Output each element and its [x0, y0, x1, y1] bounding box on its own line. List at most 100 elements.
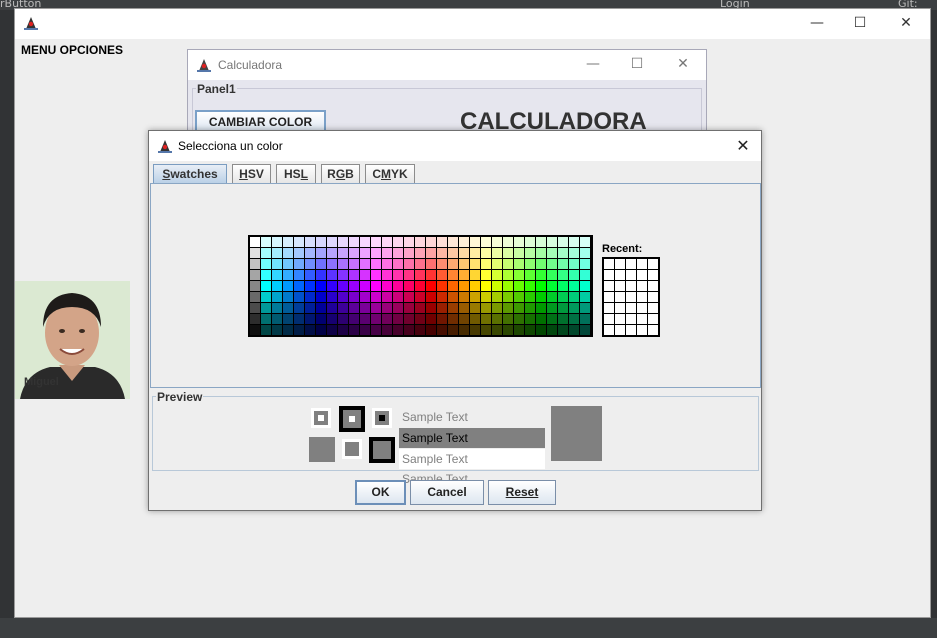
color-swatch[interactable]: [283, 314, 293, 324]
color-swatch[interactable]: [349, 314, 359, 324]
color-swatch[interactable]: [338, 292, 348, 302]
color-swatch[interactable]: [448, 325, 458, 335]
calc-maximize-button[interactable]: ☐: [614, 50, 660, 80]
color-swatch[interactable]: [404, 237, 414, 247]
color-swatch[interactable]: [569, 270, 579, 280]
ok-button[interactable]: OK: [355, 480, 406, 505]
color-swatch[interactable]: [338, 259, 348, 269]
color-swatch[interactable]: [470, 248, 480, 258]
color-swatch[interactable]: [558, 259, 568, 269]
recent-swatch[interactable]: [604, 270, 614, 280]
color-swatch[interactable]: [393, 237, 403, 247]
color-swatch[interactable]: [349, 292, 359, 302]
color-swatch[interactable]: [426, 325, 436, 335]
color-swatch[interactable]: [338, 314, 348, 324]
color-swatch[interactable]: [349, 270, 359, 280]
color-swatch[interactable]: [327, 259, 337, 269]
color-swatch[interactable]: [272, 281, 282, 291]
color-swatch[interactable]: [470, 325, 480, 335]
color-swatch[interactable]: [426, 281, 436, 291]
recent-swatch[interactable]: [648, 281, 658, 291]
color-swatch[interactable]: [294, 292, 304, 302]
recent-swatch[interactable]: [637, 292, 647, 302]
recent-swatch[interactable]: [637, 303, 647, 313]
color-swatch[interactable]: [569, 281, 579, 291]
color-swatch[interactable]: [536, 314, 546, 324]
color-swatch[interactable]: [272, 325, 282, 335]
color-swatch[interactable]: [525, 248, 535, 258]
recent-swatch[interactable]: [637, 314, 647, 324]
color-swatch[interactable]: [547, 237, 557, 247]
color-swatch[interactable]: [349, 325, 359, 335]
color-swatch[interactable]: [492, 248, 502, 258]
color-swatch[interactable]: [558, 270, 568, 280]
color-swatch[interactable]: [327, 270, 337, 280]
color-swatch[interactable]: [481, 237, 491, 247]
color-swatch[interactable]: [349, 281, 359, 291]
tab-swatches[interactable]: Swatches: [153, 164, 227, 184]
color-swatch[interactable]: [580, 237, 590, 247]
color-swatch[interactable]: [294, 281, 304, 291]
color-swatch[interactable]: [558, 281, 568, 291]
color-swatch[interactable]: [437, 292, 447, 302]
recent-swatch[interactable]: [648, 303, 658, 313]
color-swatch[interactable]: [481, 292, 491, 302]
color-swatch[interactable]: [272, 270, 282, 280]
recent-swatch[interactable]: [615, 270, 625, 280]
cancel-button[interactable]: Cancel: [410, 480, 484, 505]
color-swatch[interactable]: [404, 325, 414, 335]
color-swatch[interactable]: [492, 292, 502, 302]
color-swatch[interactable]: [404, 292, 414, 302]
color-swatch[interactable]: [261, 281, 271, 291]
color-swatch[interactable]: [393, 292, 403, 302]
color-swatch[interactable]: [558, 292, 568, 302]
color-swatch[interactable]: [525, 281, 535, 291]
color-swatch[interactable]: [492, 314, 502, 324]
recent-swatch[interactable]: [615, 292, 625, 302]
color-swatch[interactable]: [316, 281, 326, 291]
color-swatch[interactable]: [371, 314, 381, 324]
recent-swatch[interactable]: [604, 259, 614, 269]
color-swatch[interactable]: [569, 325, 579, 335]
color-swatch[interactable]: [294, 237, 304, 247]
color-swatch[interactable]: [415, 270, 425, 280]
recent-swatch[interactable]: [626, 325, 636, 335]
color-swatch[interactable]: [404, 281, 414, 291]
recent-swatch[interactable]: [637, 325, 647, 335]
recent-swatch[interactable]: [626, 270, 636, 280]
color-swatch[interactable]: [492, 325, 502, 335]
color-swatch[interactable]: [514, 237, 524, 247]
color-swatch[interactable]: [569, 248, 579, 258]
color-swatch[interactable]: [261, 248, 271, 258]
recent-swatch[interactable]: [615, 325, 625, 335]
color-swatch[interactable]: [294, 325, 304, 335]
color-swatch[interactable]: [327, 325, 337, 335]
color-swatch[interactable]: [448, 303, 458, 313]
color-swatch[interactable]: [393, 259, 403, 269]
color-swatch[interactable]: [283, 237, 293, 247]
color-swatch[interactable]: [404, 248, 414, 258]
color-swatch[interactable]: [525, 303, 535, 313]
color-swatch[interactable]: [459, 237, 469, 247]
color-swatch[interactable]: [349, 303, 359, 313]
recent-swatch[interactable]: [626, 314, 636, 324]
color-swatch[interactable]: [481, 303, 491, 313]
color-swatch[interactable]: [503, 314, 513, 324]
color-swatch[interactable]: [283, 292, 293, 302]
color-swatch[interactable]: [371, 248, 381, 258]
color-swatch[interactable]: [415, 303, 425, 313]
color-swatch[interactable]: [371, 237, 381, 247]
color-swatch[interactable]: [338, 248, 348, 258]
color-swatch[interactable]: [426, 292, 436, 302]
color-swatch[interactable]: [459, 314, 469, 324]
recent-swatch[interactable]: [615, 259, 625, 269]
color-swatch[interactable]: [470, 281, 480, 291]
color-swatch[interactable]: [437, 314, 447, 324]
color-swatch[interactable]: [459, 259, 469, 269]
color-swatch[interactable]: [393, 270, 403, 280]
color-swatch[interactable]: [558, 314, 568, 324]
color-swatch[interactable]: [250, 248, 260, 258]
color-swatch[interactable]: [338, 237, 348, 247]
color-swatch[interactable]: [327, 292, 337, 302]
color-swatch[interactable]: [371, 292, 381, 302]
